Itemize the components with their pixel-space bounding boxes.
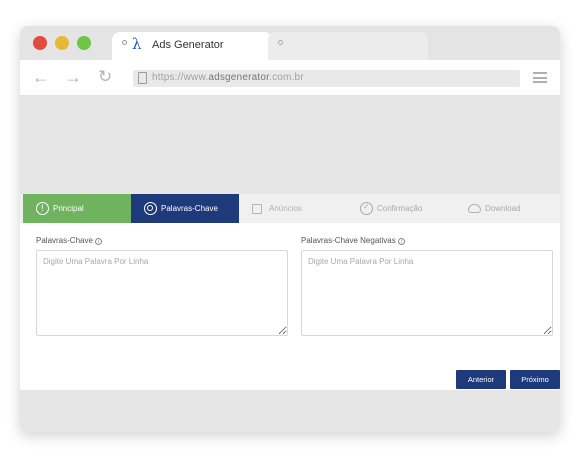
reload-icon[interactable]: ↻ <box>98 68 112 86</box>
banner-area <box>20 96 560 194</box>
close-window-button[interactable] <box>33 36 47 50</box>
step-label: Principal <box>53 204 84 213</box>
address-bar[interactable]: https://www.adsgenerator.com.br <box>133 70 520 87</box>
step-anuncios[interactable]: Anúncios <box>239 194 347 223</box>
footer-area <box>20 390 560 432</box>
browser-tab-active[interactable]: λ Ads Generator <box>112 32 272 60</box>
next-button[interactable]: Próximo <box>510 370 560 389</box>
negative-keywords-textarea[interactable] <box>301 250 553 336</box>
search-icon <box>144 202 157 215</box>
step-palavras-chave[interactable]: Palavras-Chave <box>131 194 239 223</box>
info-icon[interactable]: i <box>94 238 102 245</box>
page-icon <box>138 72 147 84</box>
forward-arrow-icon[interactable]: → <box>64 68 82 86</box>
document-icon <box>252 204 262 214</box>
tab-title: Ads Generator <box>152 39 224 51</box>
info-icon[interactable]: i <box>397 238 405 245</box>
back-arrow-icon[interactable]: ← <box>32 68 50 86</box>
keywords-textarea[interactable] <box>36 250 288 336</box>
step-label: Confirmação <box>377 204 423 213</box>
hamburger-menu-icon[interactable] <box>533 72 547 83</box>
step-label: Palavras-Chave <box>161 204 218 213</box>
wizard-steps: Principal Palavras-Chave Anúncios Confir… <box>20 194 560 223</box>
browser-window: λ Ads Generator ← → ↻ https://www.adsgen… <box>20 26 560 432</box>
cloud-download-icon <box>468 204 481 213</box>
step-label: Anúncios <box>269 204 302 213</box>
previous-button[interactable]: Anterior <box>456 370 506 389</box>
navigation-bar: ← → ↻ https://www.adsgenerator.com.br <box>20 60 560 96</box>
step-label: Download <box>485 204 521 213</box>
title-bar: λ Ads Generator <box>20 26 560 60</box>
main-content: Principal Palavras-Chave Anúncios Confir… <box>20 194 560 390</box>
maximize-window-button[interactable] <box>77 36 91 50</box>
step-principal[interactable]: Principal <box>23 194 131 223</box>
negative-keywords-label: Palavras-Chave Negativas i <box>301 236 405 245</box>
check-circle-icon <box>360 202 373 215</box>
url-text: https://www.adsgenerator.com.br <box>152 72 304 83</box>
minimize-window-button[interactable] <box>55 36 69 50</box>
keywords-label: Palavras-Chave i <box>36 236 102 245</box>
tab-pin-icon <box>122 40 127 45</box>
info-icon <box>36 202 49 215</box>
step-download[interactable]: Download <box>455 194 560 223</box>
tab-pin-icon <box>278 40 283 45</box>
lambda-logo-icon: λ <box>132 35 142 53</box>
step-confirmacao[interactable]: Confirmação <box>347 194 455 223</box>
browser-tab-new[interactable] <box>268 32 428 60</box>
